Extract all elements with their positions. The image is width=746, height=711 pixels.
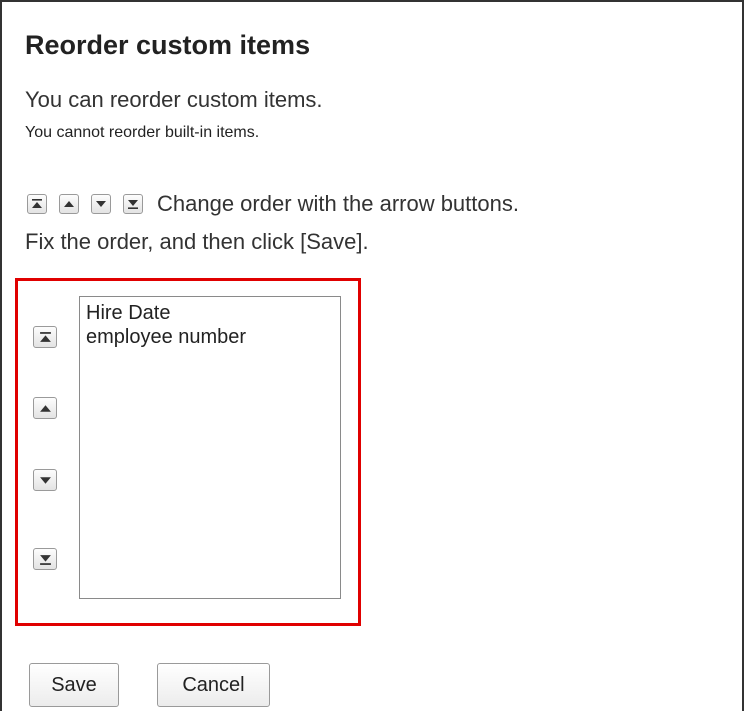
move-down-icon — [39, 476, 51, 484]
move-to-bottom-icon — [123, 194, 143, 214]
move-to-top-icon — [39, 331, 51, 342]
move-to-bottom-icon — [39, 554, 51, 565]
move-up-icon — [39, 404, 51, 412]
list-item[interactable]: Hire Date — [86, 301, 334, 325]
instruction-line-2: Fix the order, and then click [Save]. — [25, 229, 369, 254]
move-down-button[interactable] — [33, 469, 57, 491]
list-item[interactable]: employee number — [86, 325, 334, 349]
save-button[interactable]: Save — [29, 663, 119, 707]
note-text: You cannot reorder built-in items. — [25, 124, 260, 141]
move-down-icon — [91, 194, 111, 214]
move-to-top-icon — [27, 194, 47, 214]
move-to-bottom-button[interactable] — [33, 548, 57, 570]
move-up-button[interactable] — [33, 397, 57, 419]
move-to-top-button[interactable] — [33, 326, 57, 348]
page-title: Reorder custom items — [25, 30, 311, 60]
instruction-line-1: Change order with the arrow buttons. — [25, 189, 519, 219]
description-text: You can reorder custom items. — [25, 87, 323, 112]
item-order-listbox[interactable]: Hire Date employee number — [79, 296, 341, 599]
instruction-text: Change order with the arrow buttons. — [157, 191, 519, 216]
move-up-icon — [59, 194, 79, 214]
cancel-button[interactable]: Cancel — [157, 663, 270, 707]
